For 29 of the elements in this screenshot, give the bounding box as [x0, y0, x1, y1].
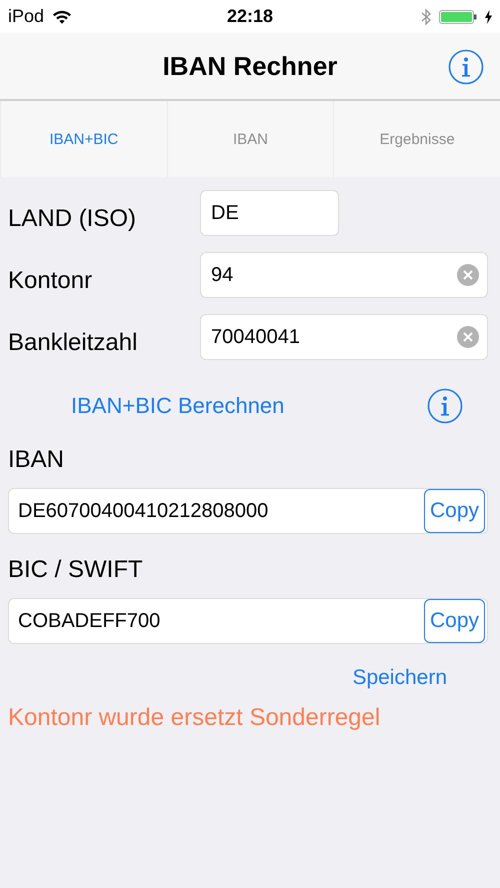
carrier-name: iPod: [8, 6, 44, 27]
bluetooth-icon: [421, 8, 431, 26]
input-field[interactable]: DE: [200, 190, 339, 236]
calculate-button[interactable]: IBAN+BIC Berechnen: [71, 393, 284, 419]
screen-title: IBAN Rechner: [162, 50, 338, 82]
clock-time: 22:18: [226, 6, 274, 26]
result-field[interactable]: COBADEFF700 Copy: [8, 598, 488, 644]
tab[interactable]: IBAN: [166, 101, 334, 177]
input-field[interactable]: 70040041: [200, 314, 488, 360]
save-button[interactable]: Speichern: [352, 666, 447, 690]
result-field[interactable]: DE60700400410212808000 Copy: [8, 488, 488, 534]
info-icon[interactable]: [448, 49, 484, 85]
copy-button[interactable]: Copy: [424, 489, 485, 533]
clear-icon[interactable]: [457, 326, 479, 348]
battery-icon: [439, 8, 477, 24]
tab[interactable]: Ergebnisse: [333, 101, 500, 177]
status-message: Kontonr wurde ersetzt Sonderregel: [8, 704, 382, 732]
info-icon[interactable]: [427, 388, 463, 424]
copy-button[interactable]: Copy: [424, 599, 485, 643]
tab[interactable]: IBAN+BIC: [0, 101, 167, 177]
clear-icon[interactable]: [457, 264, 479, 286]
result-label: IBAN: [8, 446, 66, 475]
input-field[interactable]: 94: [200, 252, 488, 298]
result-label: BIC / SWIFT: [8, 556, 144, 585]
field-label: LAND (ISO): [8, 204, 138, 233]
charging-icon: [485, 10, 492, 24]
field-label: Bankleitzahl: [8, 328, 138, 357]
field-label: Kontonr: [8, 266, 94, 295]
wifi-icon: [52, 9, 72, 24]
